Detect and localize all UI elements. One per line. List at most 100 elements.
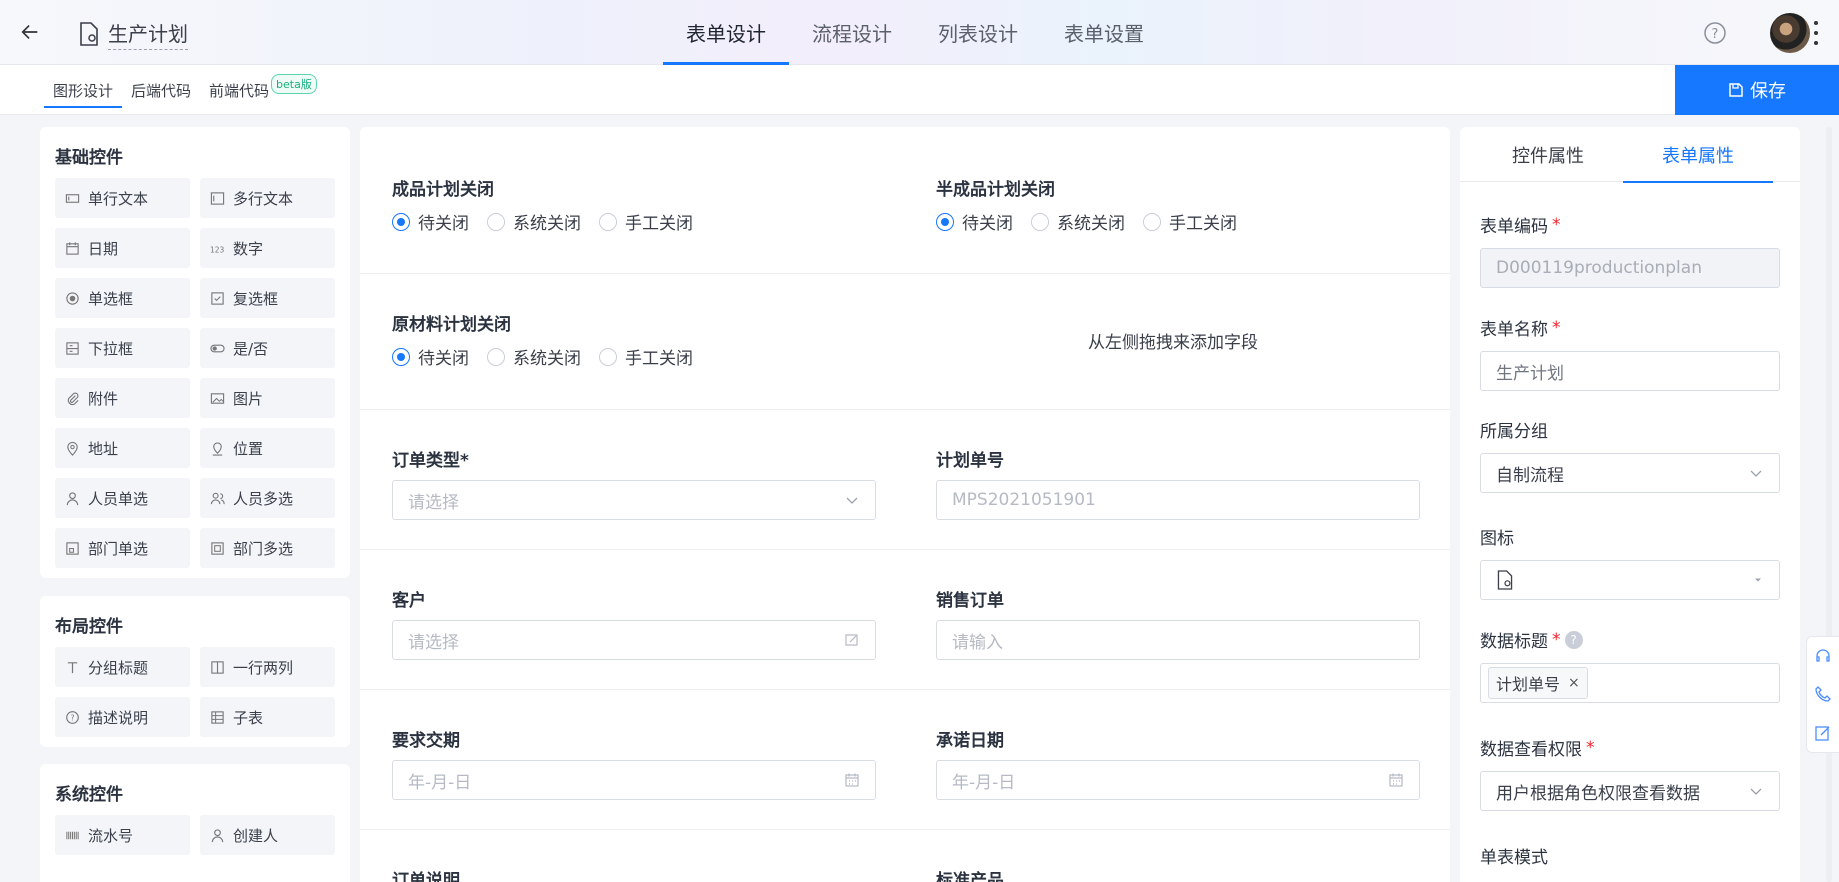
more-menu-icon[interactable] <box>1813 21 1819 45</box>
help-icon[interactable]: ? <box>1564 630 1583 649</box>
permission-label: 数据查看权限 <box>1480 740 1582 760</box>
palette-attachment[interactable]: 附件 <box>55 378 190 418</box>
finished-plan-close-field[interactable]: 成品计划关闭 待关闭 系统关闭 手工关闭 <box>392 175 693 234</box>
data-title-group: 数据标题 *? 计划单号 × <box>1480 627 1780 703</box>
tab-frontend-code[interactable]: 前端代码 beta版 <box>200 65 326 115</box>
palette-dept-multi[interactable]: 部门多选 <box>200 528 335 568</box>
raw-plan-close-field[interactable]: 原材料计划关闭 待关闭 系统关闭 手工关闭 <box>392 310 693 369</box>
edit-icon[interactable] <box>1814 724 1832 742</box>
canvas-row: 订单类型* 请选择 计划单号 MPS2021051901 <box>360 410 1450 550</box>
save-button[interactable]: 保存 <box>1675 65 1839 115</box>
radio-pending[interactable]: 待关闭 <box>936 209 1013 234</box>
properties-panel: 控件属性 表单属性 表单编码 * D000119productionplan 表单… <box>1460 127 1800 882</box>
permission-select[interactable]: 用户根据角色权限查看数据 <box>1480 771 1780 811</box>
radio-system-close[interactable]: 系统关闭 <box>487 209 581 234</box>
radio-dot <box>599 347 617 366</box>
radio-label: 待关闭 <box>418 349 469 369</box>
promise-date-field[interactable]: 承诺日期 年-月-日 <box>936 726 1420 800</box>
sales-order-input[interactable]: 请输入 <box>936 620 1420 660</box>
due-date-input[interactable]: 年-月-日 <box>392 760 876 800</box>
palette-user-single[interactable]: 人员单选 <box>55 478 190 518</box>
palette-address[interactable]: 地址 <box>55 428 190 468</box>
tab-form-properties[interactable]: 表单属性 <box>1623 127 1773 183</box>
order-type-field[interactable]: 订单类型* 请选择 <box>392 446 876 520</box>
palette-checkbox[interactable]: 复选框 <box>200 278 335 318</box>
avatar[interactable] <box>1770 13 1810 53</box>
input-value: MPS2021051901 <box>952 490 1096 510</box>
palette-dropdown[interactable]: 下拉框 <box>55 328 190 368</box>
order-note-field[interactable]: 订单说明 <box>392 866 460 882</box>
radio-pending[interactable]: 待关闭 <box>392 209 469 234</box>
icon-select[interactable] <box>1480 560 1780 600</box>
palette-date[interactable]: 日期 <box>55 228 190 268</box>
phone-icon[interactable] <box>1814 685 1832 703</box>
tab-backend-code[interactable]: 后端代码 <box>122 65 200 115</box>
tab-flow-design[interactable]: 流程设计 <box>789 0 915 65</box>
form-canvas: 成品计划关闭 待关闭 系统关闭 手工关闭 半成品计划关闭 待关闭 系统关闭 手工… <box>360 127 1450 882</box>
customer-select[interactable]: 请选择 <box>392 620 876 660</box>
sales-order-field[interactable]: 销售订单 请输入 <box>936 586 1420 660</box>
layout-controls-title: 布局控件 <box>55 617 123 637</box>
form-name-input[interactable]: 生产计划 <box>1480 351 1780 391</box>
radio-system-close[interactable]: 系统关闭 <box>487 344 581 369</box>
palette-group-title[interactable]: 分组标题 <box>55 647 190 687</box>
standard-product-field[interactable]: 标准产品 <box>936 866 1004 882</box>
data-title-input[interactable]: 计划单号 × <box>1480 663 1780 703</box>
tab-form-settings[interactable]: 表单设置 <box>1041 0 1167 65</box>
radio-manual-close[interactable]: 手工关闭 <box>1143 209 1237 234</box>
calendar-icon <box>845 773 859 787</box>
field-label: 计划单号 <box>936 451 1004 471</box>
palette-location[interactable]: 位置 <box>200 428 335 468</box>
radio-manual-close[interactable]: 手工关闭 <box>599 209 693 234</box>
palette-description[interactable]: ? 描述说明 <box>55 697 190 737</box>
palette-single-text[interactable]: 单行文本 <box>55 178 190 218</box>
radio-dot-checked <box>936 212 954 231</box>
radio-system-close[interactable]: 系统关闭 <box>1031 209 1125 234</box>
tab-control-properties[interactable]: 控件属性 <box>1473 127 1623 182</box>
back-arrow-icon[interactable] <box>16 18 44 46</box>
palette-multi-text[interactable]: 多行文本 <box>200 178 335 218</box>
plan-number-field[interactable]: 计划单号 MPS2021051901 <box>936 446 1420 520</box>
palette-two-columns[interactable]: 一行两列 <box>200 647 335 687</box>
semi-plan-close-field[interactable]: 半成品计划关闭 待关闭 系统关闭 手工关闭 <box>936 175 1237 234</box>
order-type-select[interactable]: 请选择 <box>392 480 876 520</box>
tab-graphic-design[interactable]: 图形设计 <box>44 65 123 115</box>
canvas-row: 成品计划关闭 待关闭 系统关闭 手工关闭 半成品计划关闭 待关闭 系统关闭 手工… <box>360 127 1450 274</box>
radio-dot-checked <box>392 347 410 366</box>
radio-dot <box>487 347 505 366</box>
palette-dept-single[interactable]: 部门单选 <box>55 528 190 568</box>
user-icon <box>211 828 224 842</box>
palette-user-multi[interactable]: 人员多选 <box>200 478 335 518</box>
due-date-field[interactable]: 要求交期 年-月-日 <box>392 726 876 800</box>
tab-list-design[interactable]: 列表设计 <box>915 0 1041 65</box>
customer-field[interactable]: 客户 请选择 <box>392 586 876 660</box>
palette-subtable[interactable]: 子表 <box>200 697 335 737</box>
tag-close-icon[interactable]: × <box>1568 675 1580 691</box>
headset-icon[interactable] <box>1814 647 1832 665</box>
tab-form-design[interactable]: 表单设计 <box>663 0 789 65</box>
department-icon <box>66 541 79 555</box>
promise-date-input[interactable]: 年-月-日 <box>936 760 1420 800</box>
beta-badge: beta版 <box>271 74 317 94</box>
plan-number-input[interactable]: MPS2021051901 <box>936 480 1420 520</box>
group-select-group: 所属分组 自制流程 <box>1480 417 1780 493</box>
radio-dot <box>599 212 617 231</box>
basic-controls-panel: 基础控件 单行文本 多行文本 日期 123 数字 单选框 复选框 下拉框 是/否 … <box>40 127 350 578</box>
barcode-icon <box>66 831 79 839</box>
app-title[interactable]: 生产计划 <box>108 18 188 50</box>
palette-creator[interactable]: 创建人 <box>200 815 335 855</box>
departments-icon <box>211 541 224 555</box>
help-icon[interactable]: ? <box>1703 21 1727 45</box>
radio-pending[interactable]: 待关闭 <box>392 344 469 369</box>
data-title-tag: 计划单号 × <box>1488 667 1588 699</box>
group-select[interactable]: 自制流程 <box>1480 453 1780 493</box>
palette-image[interactable]: 图片 <box>200 378 335 418</box>
palette-radio[interactable]: 单选框 <box>55 278 190 318</box>
app-title-group[interactable]: 生产计划 <box>78 18 188 50</box>
radio-manual-close[interactable]: 手工关闭 <box>599 344 693 369</box>
palette-serial-number[interactable]: 流水号 <box>55 815 190 855</box>
palette-yes-no[interactable]: 是/否 <box>200 328 335 368</box>
scrollbar[interactable] <box>1826 127 1832 882</box>
drop-zone-hint[interactable]: 从左侧拖拽来添加字段 <box>1088 328 1258 353</box>
palette-number[interactable]: 123 数字 <box>200 228 335 268</box>
